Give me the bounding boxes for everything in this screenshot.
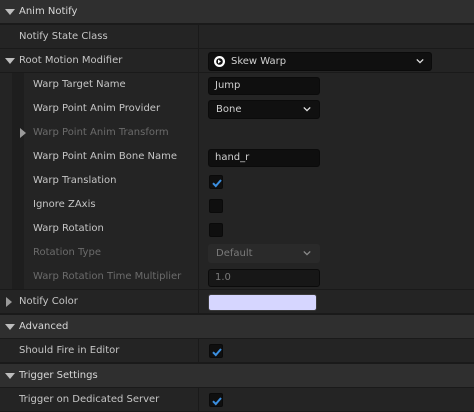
column-divider[interactable] (198, 97, 199, 121)
indent-guide (12, 169, 24, 193)
property-label: Warp Target Name (33, 79, 126, 90)
property-warp-rotation: Warp Rotation (0, 217, 474, 241)
property-label: Warp Point Anim Bone Name (33, 151, 178, 162)
chevron-down-icon (303, 106, 311, 112)
column-divider[interactable] (198, 241, 199, 265)
chevron-down-icon (416, 58, 424, 64)
expand-arrow-icon[interactable] (5, 9, 15, 15)
expand-arrow-icon[interactable] (5, 373, 15, 379)
category-trigger-settings[interactable]: Trigger Settings (0, 364, 474, 388)
property-label: Notify State Class (19, 31, 108, 42)
notify-color-swatch[interactable] (208, 294, 317, 311)
warp-target-name-input[interactable]: Jump (208, 77, 320, 95)
dropdown-value: Skew Warp (231, 56, 287, 67)
warp-rotation-time-multiplier-input[interactable]: 1.0 (208, 269, 320, 287)
property-warp-point-anim-bone-name: Warp Point Anim Bone Name hand_r (0, 145, 474, 169)
rotation-type-dropdown[interactable]: Default (208, 244, 320, 263)
property-notify-state-class: Notify State Class (0, 25, 474, 49)
indent-guide (12, 265, 24, 289)
property-label: Warp Rotation (33, 223, 104, 234)
chevron-down-icon (303, 250, 311, 256)
root-motion-modifier-dropdown[interactable]: Skew Warp (208, 52, 432, 71)
expand-arrow-icon[interactable] (5, 58, 15, 64)
column-divider[interactable] (198, 169, 199, 193)
property-warp-rotation-time-multiplier: Warp Rotation Time Multiplier 1.0 (0, 265, 474, 289)
property-label: Rotation Type (33, 247, 101, 258)
column-divider[interactable] (198, 193, 199, 217)
property-trigger-on-dedicated-server: Trigger on Dedicated Server (0, 388, 474, 412)
property-warp-point-anim-provider: Warp Point Anim Provider Bone (0, 97, 474, 121)
column-divider[interactable] (198, 217, 199, 241)
expand-arrow-icon[interactable] (5, 324, 15, 330)
property-warp-translation: Warp Translation (0, 169, 474, 193)
property-label: Warp Rotation Time Multiplier (33, 271, 182, 282)
column-divider[interactable] (198, 25, 199, 49)
indent-guide (12, 217, 24, 241)
column-divider[interactable] (198, 121, 199, 145)
property-root-motion-modifier: Root Motion Modifier Skew Warp (0, 49, 474, 73)
property-label: Root Motion Modifier (19, 55, 123, 66)
property-label: Ignore ZAxis (33, 199, 96, 210)
checkmark-icon (212, 348, 222, 357)
property-label: Should Fire in Editor (19, 345, 120, 356)
category-advanced[interactable]: Advanced (0, 315, 474, 339)
column-divider[interactable] (198, 290, 199, 314)
indent-guide (12, 145, 24, 169)
category-title: Trigger Settings (19, 370, 98, 381)
checkmark-icon (212, 179, 222, 188)
expand-arrow-icon[interactable] (6, 297, 12, 307)
property-label: Trigger on Dedicated Server (19, 394, 160, 405)
indent-guide (12, 97, 24, 121)
warp-rotation-checkbox[interactable] (209, 223, 223, 237)
column-divider[interactable] (198, 49, 199, 73)
category-anim-notify[interactable]: Anim Notify (0, 0, 474, 24)
column-divider[interactable] (198, 145, 199, 169)
warp-translation-checkbox[interactable] (209, 175, 223, 189)
dropdown-value: Default (216, 248, 253, 259)
column-divider[interactable] (198, 388, 199, 412)
property-label: Warp Translation (33, 175, 117, 186)
ignore-zaxis-checkbox[interactable] (209, 199, 223, 213)
checkmark-icon (212, 397, 222, 406)
property-warp-point-anim-transform: Warp Point Anim Transform (0, 121, 474, 145)
indent-guide (12, 73, 24, 97)
category-title: Advanced (19, 321, 69, 332)
dropdown-value: Bone (216, 104, 242, 115)
unreal-class-icon (214, 56, 225, 67)
indent-guide (12, 193, 24, 217)
warp-point-anim-provider-dropdown[interactable]: Bone (208, 100, 320, 119)
property-should-fire-in-editor: Should Fire in Editor (0, 339, 474, 363)
expand-arrow-icon[interactable] (20, 128, 26, 138)
trigger-on-dedicated-server-checkbox[interactable] (209, 393, 223, 407)
indent-guide (12, 241, 24, 265)
column-divider[interactable] (198, 339, 199, 363)
property-notify-color: Notify Color (0, 290, 474, 314)
column-divider[interactable] (198, 73, 199, 97)
property-rotation-type: Rotation Type Default (0, 241, 474, 265)
column-divider[interactable] (198, 265, 199, 289)
property-warp-target-name: Warp Target Name Jump (0, 73, 474, 97)
category-title: Anim Notify (19, 6, 78, 17)
property-label: Warp Point Anim Provider (33, 103, 161, 114)
property-ignore-zaxis: Ignore ZAxis (0, 193, 474, 217)
should-fire-in-editor-checkbox[interactable] (209, 344, 223, 358)
warp-point-anim-bone-name-input[interactable]: hand_r (208, 149, 320, 167)
property-label: Notify Color (19, 296, 78, 307)
property-label: Warp Point Anim Transform (33, 127, 169, 138)
details-panel: Anim Notify Notify State Class Root Moti… (0, 0, 474, 412)
